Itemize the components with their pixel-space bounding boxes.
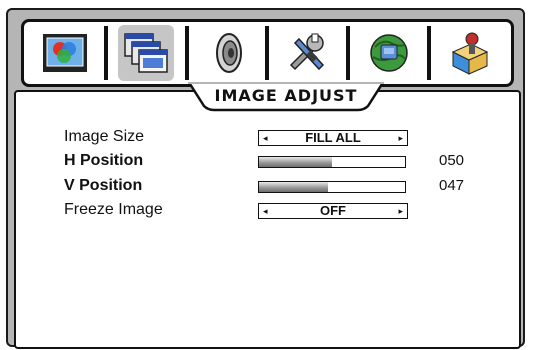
image-adjust-panel: IMAGE ADJUST Image Size ◂ FILL ALL ▸ H P… bbox=[14, 82, 521, 349]
image-windows-icon bbox=[124, 33, 168, 73]
h-position-label: H Position bbox=[64, 152, 144, 169]
tab-information[interactable] bbox=[442, 25, 498, 81]
v-position-value: 047 bbox=[439, 177, 465, 194]
network-user-icon bbox=[451, 32, 488, 75]
globe-icon bbox=[370, 34, 408, 72]
v-position-slider-fill bbox=[259, 182, 328, 192]
osd-menu: IMAGE ADJUST Image Size ◂ FILL ALL ▸ H P… bbox=[6, 8, 525, 349]
tab-separator bbox=[427, 26, 432, 80]
tab-separator bbox=[265, 26, 270, 80]
image-size-label: Image Size bbox=[64, 128, 145, 145]
v-position-slider[interactable] bbox=[258, 181, 406, 193]
h-position-slider-fill bbox=[259, 157, 332, 167]
image-size-row[interactable]: Image Size ◂ FILL ALL ▸ bbox=[64, 127, 484, 147]
v-position-row[interactable]: V Position 047 bbox=[64, 176, 484, 196]
tab-separator bbox=[184, 26, 189, 80]
h-position-slider[interactable] bbox=[258, 156, 406, 168]
freeze-image-value: OFF bbox=[320, 203, 346, 218]
arrow-right-icon[interactable]: ▸ bbox=[398, 205, 403, 217]
tab-image[interactable] bbox=[118, 25, 175, 81]
tools-icon bbox=[289, 33, 324, 71]
image-size-selector[interactable]: ◂ FILL ALL ▸ bbox=[258, 130, 408, 146]
tab-separator bbox=[346, 26, 351, 80]
arrow-right-icon[interactable]: ▸ bbox=[398, 132, 403, 144]
freeze-image-selector[interactable]: ◂ OFF ▸ bbox=[258, 203, 408, 219]
tab-separator bbox=[103, 26, 108, 80]
tab-color[interactable] bbox=[37, 25, 93, 81]
tab-tools[interactable] bbox=[280, 25, 336, 81]
tab-network[interactable] bbox=[361, 25, 417, 81]
image-size-value: FILL ALL bbox=[305, 130, 361, 145]
panel-title: IMAGE ADJUST bbox=[214, 86, 358, 105]
menu-tab-bar bbox=[21, 19, 514, 87]
freeze-image-row[interactable]: Freeze Image ◂ OFF ▸ bbox=[64, 200, 484, 220]
panel-title-tab: IMAGE ADJUST bbox=[188, 82, 384, 112]
h-position-value: 050 bbox=[439, 152, 465, 169]
freeze-image-label: Freeze Image bbox=[64, 201, 163, 218]
speaker-icon bbox=[216, 33, 243, 73]
h-position-row[interactable]: H Position 050 bbox=[64, 151, 484, 171]
color-picture-icon bbox=[43, 34, 88, 72]
v-position-label: V Position bbox=[64, 177, 143, 194]
tab-audio[interactable] bbox=[199, 25, 255, 81]
